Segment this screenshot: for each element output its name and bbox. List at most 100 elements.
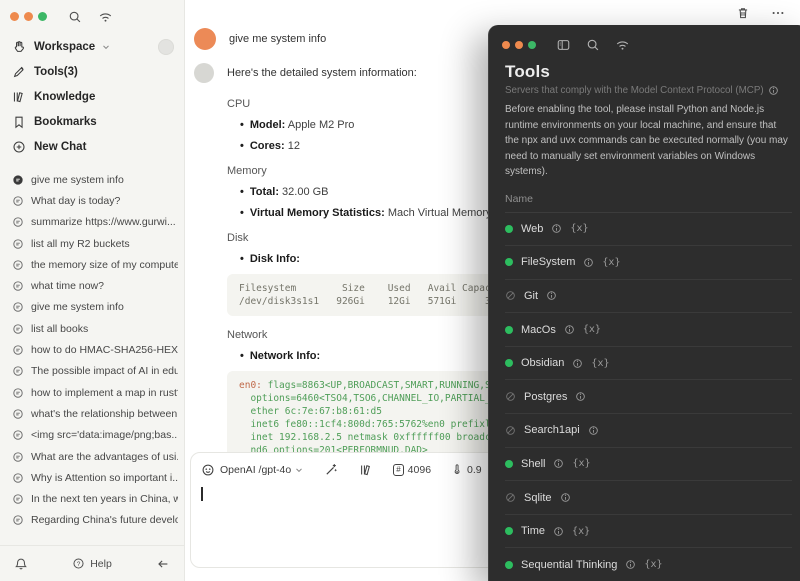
info-icon[interactable]: [625, 559, 636, 570]
history-item-label: summarize https://www.gurwi...: [31, 216, 176, 229]
wifi-icon[interactable]: [615, 38, 630, 52]
collapse-sidebar-icon[interactable]: [156, 557, 170, 571]
history-item[interactable]: summarize https://www.gurwi...: [12, 212, 178, 233]
temperature-control[interactable]: 0.9: [451, 463, 482, 476]
history-item[interactable]: give me system info: [12, 297, 178, 318]
tools-toggle-icon[interactable]: [324, 462, 339, 477]
tool-row[interactable]: Postgres: [505, 380, 792, 415]
tool-row[interactable]: Web {x}: [505, 213, 792, 247]
history-item[interactable]: how to do HMAC-SHA256-HEX i...: [12, 339, 178, 360]
history-item[interactable]: Regarding China's future develo...: [12, 510, 178, 531]
history-item-label: Regarding China's future develo...: [31, 514, 178, 527]
history-item[interactable]: What are the advantages of usi...: [12, 446, 178, 467]
tool-disabled-icon: [505, 425, 516, 436]
info-icon[interactable]: [551, 223, 562, 234]
history-item-label: give me system info: [31, 173, 124, 186]
tool-row[interactable]: Sequential Thinking {x}: [505, 548, 792, 581]
help-button[interactable]: ? Help: [72, 557, 112, 570]
history-item[interactable]: give me system info: [12, 169, 178, 190]
tool-row[interactable]: Shell {x}: [505, 448, 792, 482]
history-item[interactable]: list all my R2 buckets: [12, 233, 178, 254]
history-item[interactable]: <img src='data:image/png;bas...: [12, 425, 178, 446]
delete-chat-icon[interactable]: [736, 6, 750, 20]
traffic-light-zoom[interactable]: [38, 12, 47, 21]
vars-badge[interactable]: {x}: [602, 257, 620, 268]
tool-name: Obsidian: [521, 357, 565, 370]
tool-row[interactable]: Search1api: [505, 414, 792, 448]
info-icon[interactable]: [572, 358, 583, 369]
knowledge-books-icon[interactable]: [359, 463, 373, 477]
history-item-label: What day is today?: [31, 194, 121, 207]
wifi-icon[interactable]: [98, 10, 113, 24]
vars-badge[interactable]: {x}: [591, 358, 609, 369]
info-icon[interactable]: [553, 526, 564, 537]
sidebar-item-new-chat[interactable]: New Chat: [12, 134, 174, 159]
bullet-dot: •: [240, 119, 244, 131]
info-icon[interactable]: [560, 492, 571, 503]
info-icon[interactable]: [768, 85, 779, 96]
history-item[interactable]: The possible impact of AI in edu...: [12, 361, 178, 382]
history-item[interactable]: What day is today?: [12, 190, 178, 211]
tool-row[interactable]: MacOs {x}: [505, 313, 792, 347]
tool-name: Git: [524, 289, 539, 302]
sidebar-item-label: Knowledge: [34, 90, 96, 103]
traffic-light-zoom[interactable]: [528, 41, 536, 49]
workspace-badge: [158, 38, 174, 55]
sidebar-item-tools[interactable]: Tools(3): [12, 59, 174, 84]
help-label: Help: [90, 557, 112, 570]
model-selector[interactable]: OpenAI /gpt-4o: [201, 463, 304, 477]
info-icon[interactable]: [546, 290, 557, 301]
traffic-light-minimize[interactable]: [515, 41, 523, 49]
model-label: OpenAI /gpt-4o: [220, 463, 292, 476]
vars-badge[interactable]: {x}: [572, 526, 590, 537]
max-tokens-control[interactable]: # 4096: [393, 463, 431, 476]
tool-enabled-dot: [505, 527, 513, 536]
bell-icon[interactable]: [14, 557, 28, 571]
history-item[interactable]: the memory size of my computer: [12, 254, 178, 275]
chat-actions: [736, 6, 785, 20]
search-icon[interactable]: [68, 10, 82, 24]
traffic-light-minimize[interactable]: [24, 12, 33, 21]
history-item[interactable]: what's the relationship between...: [12, 403, 178, 424]
info-icon[interactable]: [583, 257, 594, 268]
sidebar-item-bookmarks[interactable]: Bookmarks: [12, 109, 174, 134]
tool-row[interactable]: Sqlite: [505, 481, 792, 515]
history-item[interactable]: how to implement a map in rust?: [12, 382, 178, 403]
model-provider-icon: [201, 463, 215, 477]
chevron-down-icon: [294, 465, 304, 475]
history-item-label: The possible impact of AI in edu...: [31, 365, 178, 378]
history-item[interactable]: list all books: [12, 318, 178, 339]
history-item[interactable]: In the next ten years in China, w...: [12, 488, 178, 509]
history-item-label: What are the advantages of usi...: [31, 450, 178, 463]
search-icon[interactable]: [586, 38, 600, 52]
vars-badge[interactable]: {x}: [572, 458, 590, 469]
sidebar-item-label: Workspace: [34, 40, 96, 53]
info-icon[interactable]: [553, 458, 564, 469]
info-icon[interactable]: [588, 425, 599, 436]
tool-row[interactable]: Obsidian {x}: [505, 347, 792, 381]
traffic-light-close[interactable]: [10, 12, 19, 21]
chat-bubble-icon: [12, 216, 24, 228]
temperature-value: 0.9: [467, 463, 482, 476]
vars-badge[interactable]: {x}: [570, 223, 588, 234]
chat-bubble-icon: [12, 387, 24, 399]
sidebar-toggle-icon[interactable]: [556, 38, 571, 52]
history-item[interactable]: Why is Attention so important i...: [12, 467, 178, 488]
tool-row[interactable]: Git: [505, 280, 792, 314]
traffic-light-close[interactable]: [502, 41, 510, 49]
info-icon[interactable]: [575, 391, 586, 402]
history-item[interactable]: what time now?: [12, 275, 178, 296]
info-icon[interactable]: [564, 324, 575, 335]
bullet-dot: •: [240, 207, 244, 219]
tool-row[interactable]: Time {x}: [505, 515, 792, 549]
bullet-text: Disk Info:: [249, 253, 300, 265]
sidebar-item-knowledge[interactable]: Knowledge: [12, 84, 174, 109]
tool-enabled-dot: [505, 359, 513, 368]
more-options-icon[interactable]: [771, 6, 785, 20]
vars-badge[interactable]: {x}: [583, 324, 601, 335]
chat-bubble-icon: [12, 429, 24, 441]
vars-badge[interactable]: {x}: [644, 559, 662, 570]
tool-row[interactable]: FileSystem {x}: [505, 246, 792, 280]
sidebar-item-workspace[interactable]: Workspace: [12, 34, 174, 59]
bookmarks-icon: [12, 115, 26, 129]
